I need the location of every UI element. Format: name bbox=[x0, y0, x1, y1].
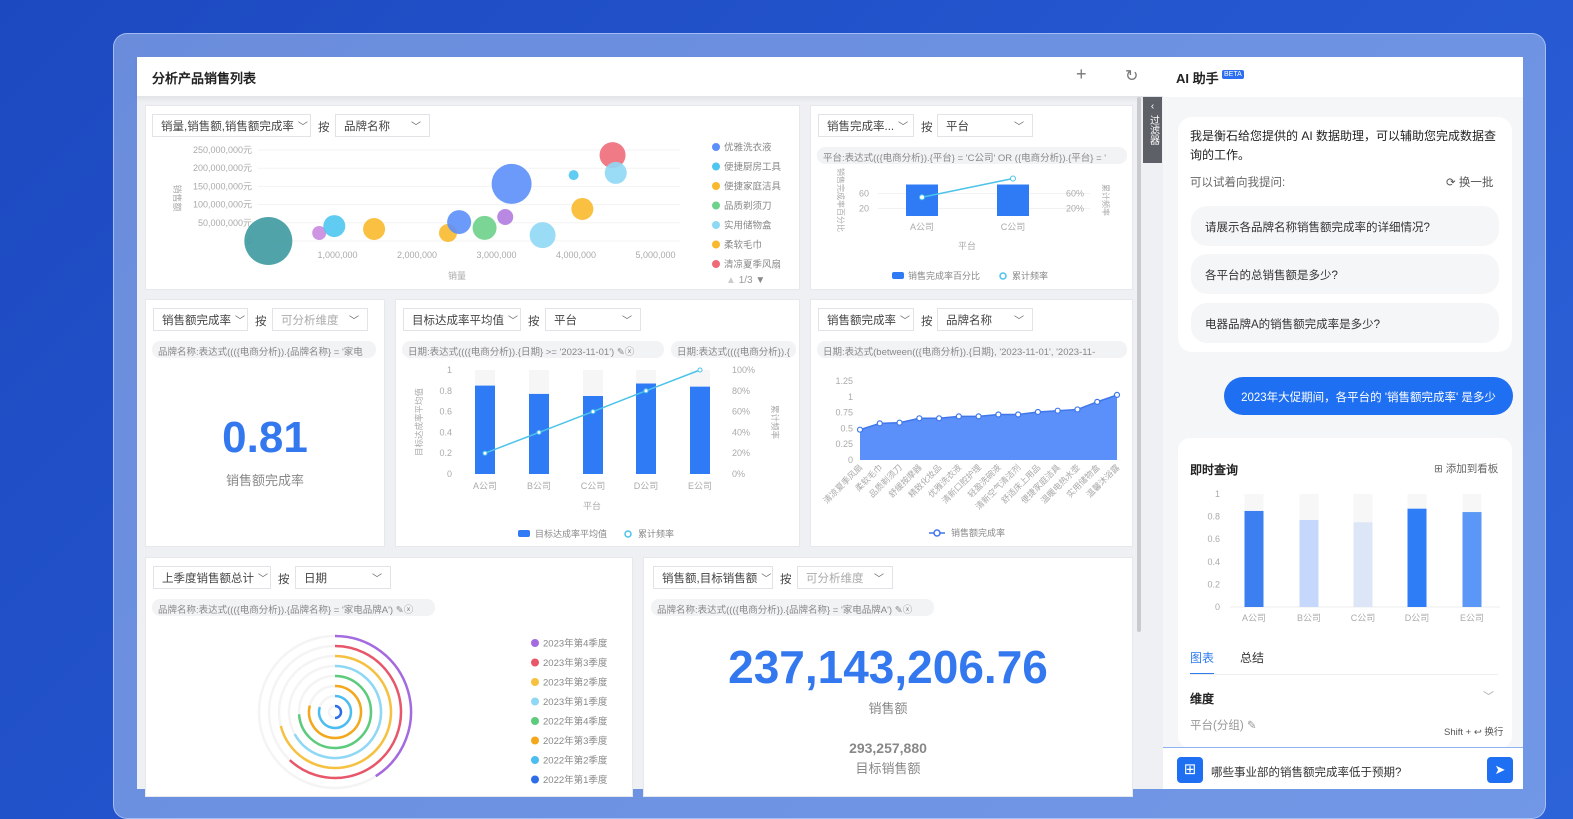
x-tick-label: B公司 bbox=[1297, 613, 1321, 623]
tab-divider bbox=[1190, 674, 1498, 675]
x-tick-label: D公司 bbox=[1405, 613, 1430, 623]
chat-input[interactable]: 哪些事业部的销售额完成率低于预期? bbox=[1211, 764, 1401, 780]
bar bbox=[1462, 512, 1482, 607]
dimension-item-label: 平台(分组) bbox=[1190, 720, 1244, 732]
y-tick-label: 0 bbox=[1215, 602, 1220, 612]
x-tick-label: C公司 bbox=[1351, 613, 1376, 623]
add-context-button[interactable]: ⊞ bbox=[1177, 757, 1203, 783]
bar bbox=[1244, 510, 1264, 607]
edit-icon[interactable]: ✎ bbox=[1247, 720, 1257, 732]
instant-query-chart: 0 0.2 0.4 0.6 0.8 1 A公司 B公司 C公司 D公司 E公司 bbox=[1207, 489, 1500, 623]
add-square-icon: ⊞ bbox=[1183, 761, 1197, 778]
x-tick-label: E公司 bbox=[1460, 613, 1484, 623]
bar bbox=[1299, 519, 1319, 607]
tab-summary[interactable]: 总结 bbox=[1240, 649, 1264, 666]
section-title: 维度 bbox=[1190, 692, 1215, 706]
x-tick-label: A公司 bbox=[1242, 613, 1266, 623]
send-button[interactable]: ➤ bbox=[1487, 757, 1513, 783]
bar bbox=[1353, 522, 1373, 607]
tab-chart[interactable]: 图表 bbox=[1190, 649, 1215, 675]
bar bbox=[1407, 508, 1427, 607]
chevron-down-icon[interactable]: ﹀ bbox=[1483, 688, 1494, 704]
y-tick-label: 0.2 bbox=[1207, 579, 1220, 589]
y-tick-label: 0.6 bbox=[1207, 534, 1220, 544]
dimension-item[interactable]: 平台(分组) ✎ bbox=[1190, 717, 1257, 733]
y-tick-label: 0.8 bbox=[1207, 512, 1220, 522]
y-tick-label: 1 bbox=[1215, 489, 1220, 499]
newline-hint: Shift + ↩ 换行 bbox=[1444, 727, 1504, 738]
y-tick-label: 0.4 bbox=[1207, 557, 1220, 567]
send-icon: ➤ bbox=[1494, 762, 1506, 777]
